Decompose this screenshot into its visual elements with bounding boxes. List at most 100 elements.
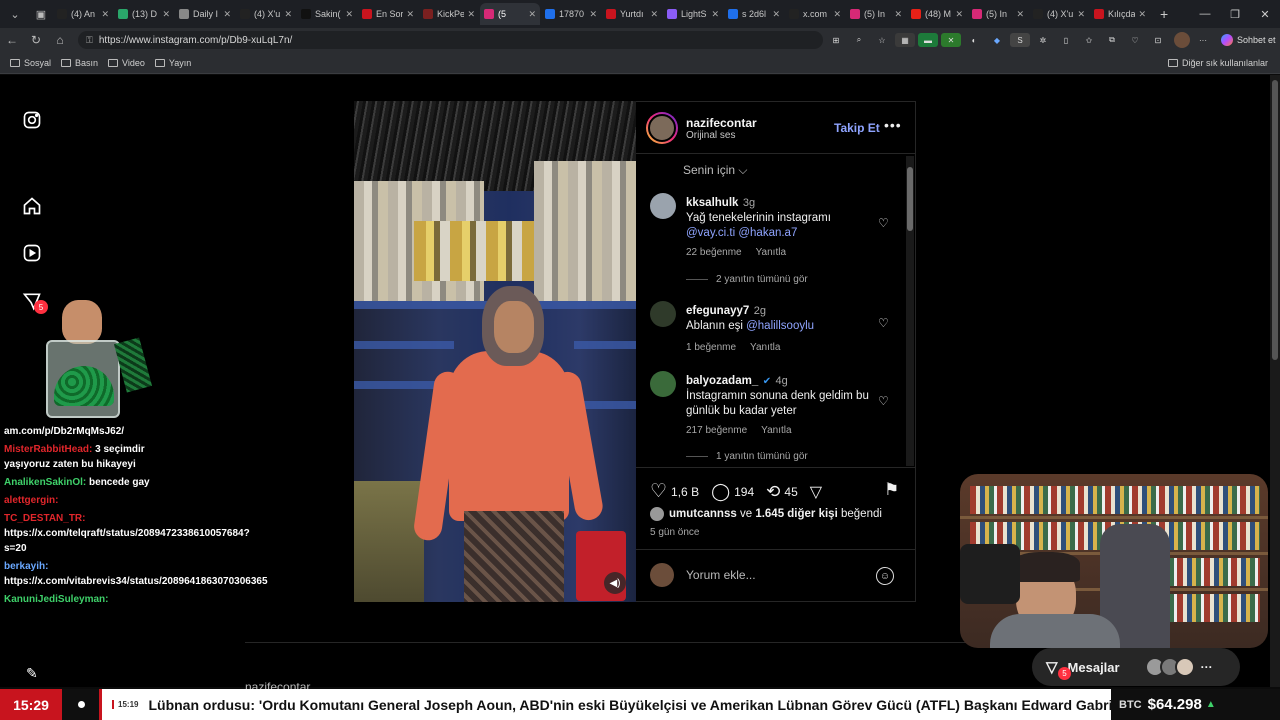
tab-close-icon[interactable]: ✕ (1077, 9, 1085, 20)
favorites-icon[interactable]: ✩ (1079, 33, 1099, 47)
tab-close-icon[interactable]: ✕ (589, 9, 597, 20)
favorite-star-icon[interactable]: ☆ (872, 33, 892, 47)
browser-tab[interactable]: s 2d6l ✕ (724, 3, 784, 25)
browser-tab[interactable]: (48) M ✕ (907, 3, 967, 25)
new-tab-button[interactable]: + (1160, 6, 1168, 22)
commenter-avatar[interactable] (650, 301, 676, 327)
comment-username[interactable]: efegunayy7 (686, 305, 749, 317)
like-count[interactable]: 1,6 B (671, 485, 699, 499)
tab-close-icon[interactable]: ✕ (162, 9, 170, 20)
other-bookmarks[interactable]: Diğer sık kullanılanlar (1167, 58, 1268, 68)
app-available-icon[interactable]: ⊞ (826, 33, 846, 47)
instagram-logo-icon[interactable] (22, 110, 42, 130)
tab-close-icon[interactable]: ✕ (894, 9, 902, 20)
extension-icon[interactable]: S (1010, 33, 1030, 47)
tab-close-icon[interactable]: ✕ (1016, 9, 1024, 20)
bookmark-folder-yayin[interactable]: Yayın (154, 58, 191, 68)
settings-more-icon[interactable]: ··· (1193, 33, 1213, 47)
comment-like-icon[interactable]: ♡ (878, 394, 889, 408)
page-scrollbar-thumb[interactable] (1272, 80, 1278, 360)
extension-icon[interactable]: ▦ (895, 33, 915, 47)
bookmark-folder-sosyal[interactable]: Sosyal (10, 58, 51, 68)
reels-nav-icon[interactable] (22, 243, 42, 263)
save-bookmark-icon[interactable]: ⚑ (884, 480, 899, 500)
more-options-icon[interactable]: ••• (884, 117, 902, 133)
tab-close-icon[interactable]: ✕ (467, 9, 475, 20)
comment-likes[interactable]: 217 beğenme (686, 425, 747, 436)
tab-actions-menu-icon[interactable]: ⌄ (4, 3, 26, 25)
tab-close-icon[interactable]: ✕ (955, 9, 963, 20)
back-icon[interactable]: ← (0, 33, 24, 47)
add-comment-input[interactable]: Yorum ekle... (686, 568, 756, 582)
workspaces-icon[interactable]: ▣ (30, 3, 52, 25)
browser-tab[interactable]: x.com ✕ (785, 3, 845, 25)
author-username[interactable]: nazifecontar (686, 116, 757, 130)
comment-mentions[interactable]: @halillsooylu (746, 320, 814, 332)
pen-icon[interactable]: ✎ (26, 665, 54, 687)
comment-like-icon[interactable]: ♡ (878, 316, 889, 330)
browser-tab[interactable]: En Sor ✕ (358, 3, 418, 25)
post-video[interactable]: ◀) (354, 101, 636, 602)
browser-tab[interactable]: (4) X'u ✕ (236, 3, 296, 25)
bookmark-folder-basin[interactable]: Basın (61, 58, 98, 68)
comment-likes[interactable]: 1 beğenme (686, 342, 736, 353)
comment-likes[interactable]: 22 beğenme (686, 247, 742, 258)
comments-scrollbar-thumb[interactable] (907, 167, 913, 231)
tab-close-icon[interactable]: ✕ (1138, 9, 1146, 20)
tab-close-icon[interactable]: ✕ (101, 9, 109, 20)
profile-avatar[interactable] (1174, 32, 1190, 48)
url-field[interactable]: ⚿ https://www.instagram.com/p/Db9-xuLqL7… (78, 31, 823, 49)
tab-close-icon[interactable]: ✕ (711, 9, 719, 20)
view-replies-button[interactable]: 1 yanıtın tümünü gör (686, 451, 808, 462)
screenshot-icon[interactable]: ⊡ (1148, 33, 1168, 47)
close-window-icon[interactable]: ✕ (1250, 8, 1280, 21)
browser-tab[interactable]: Kılıçda ✕ (1090, 3, 1150, 25)
comment-time[interactable]: 4g (776, 375, 788, 387)
tab-close-icon[interactable]: ✕ (284, 9, 292, 20)
comment-mentions[interactable]: @vay.ci.ti @hakan.a7 (686, 226, 878, 241)
browser-essentials-icon[interactable]: ♡ (1125, 33, 1145, 47)
like-heart-icon[interactable]: ♡ (650, 480, 667, 503)
tab-close-icon[interactable]: ✕ (223, 9, 231, 20)
browser-tab[interactable]: 17870 ✕ (541, 3, 601, 25)
extension-icon[interactable]: ◐ (964, 33, 984, 47)
restore-icon[interactable]: ❐ (1220, 8, 1250, 21)
comment-time[interactable]: 3g (743, 197, 755, 209)
view-replies-button[interactable]: 2 yanıtın tümünü gör (686, 274, 808, 285)
comment-like-icon[interactable]: ♡ (878, 216, 889, 230)
tab-close-icon[interactable]: ✕ (345, 9, 353, 20)
comment-username[interactable]: balyozadam_ (686, 375, 758, 387)
tab-close-icon[interactable]: ✕ (406, 9, 414, 20)
browser-tab[interactable]: (5) In ✕ (968, 3, 1028, 25)
browser-tab[interactable]: (5 ✕ (480, 3, 540, 25)
tab-close-icon[interactable]: ✕ (772, 9, 780, 20)
reply-button[interactable]: Yanıtla (761, 425, 791, 436)
collections-icon[interactable]: ⧉ (1102, 33, 1122, 47)
extension-icon[interactable]: ◆ (987, 33, 1007, 47)
commenter-avatar[interactable] (650, 193, 676, 219)
minimize-icon[interactable]: — (1190, 8, 1220, 20)
site-info-icon[interactable]: ⚿ (86, 35, 93, 46)
liked-by-others[interactable]: 1.645 diğer kişi (755, 508, 837, 520)
extension-icon[interactable]: ✕ (941, 33, 961, 47)
comment-time[interactable]: 2g (754, 305, 766, 317)
split-screen-icon[interactable]: ▯ (1056, 33, 1076, 47)
browser-tab[interactable]: (13) D ✕ (114, 3, 174, 25)
share-send-icon[interactable]: ▽ (810, 482, 822, 502)
tab-close-icon[interactable]: ✕ (650, 9, 658, 20)
tab-close-icon[interactable]: ✕ (833, 9, 841, 20)
extension-icon[interactable]: ▬ (918, 33, 938, 47)
browser-tab[interactable]: Sakin(✕ (297, 3, 357, 25)
mute-toggle-icon[interactable]: ◀) (604, 572, 626, 594)
post-timestamp[interactable]: 5 gün önce (650, 527, 700, 538)
comment-filter-dropdown[interactable]: Senin için ⌵ (683, 163, 747, 178)
tab-close-icon[interactable]: ✕ (528, 9, 536, 20)
comment-username[interactable]: kksalhulk (686, 197, 738, 209)
browser-tab[interactable]: (4) X'u ✕ (1029, 3, 1089, 25)
browser-tab[interactable]: (4) An ✕ (53, 3, 113, 25)
browser-tab[interactable]: LightS ✕ (663, 3, 723, 25)
browser-tab[interactable]: (5) In ✕ (846, 3, 906, 25)
home-icon[interactable]: ⌂ (48, 33, 72, 47)
browser-tab[interactable]: KickPe ✕ (419, 3, 479, 25)
home-nav-icon[interactable] (22, 196, 42, 216)
